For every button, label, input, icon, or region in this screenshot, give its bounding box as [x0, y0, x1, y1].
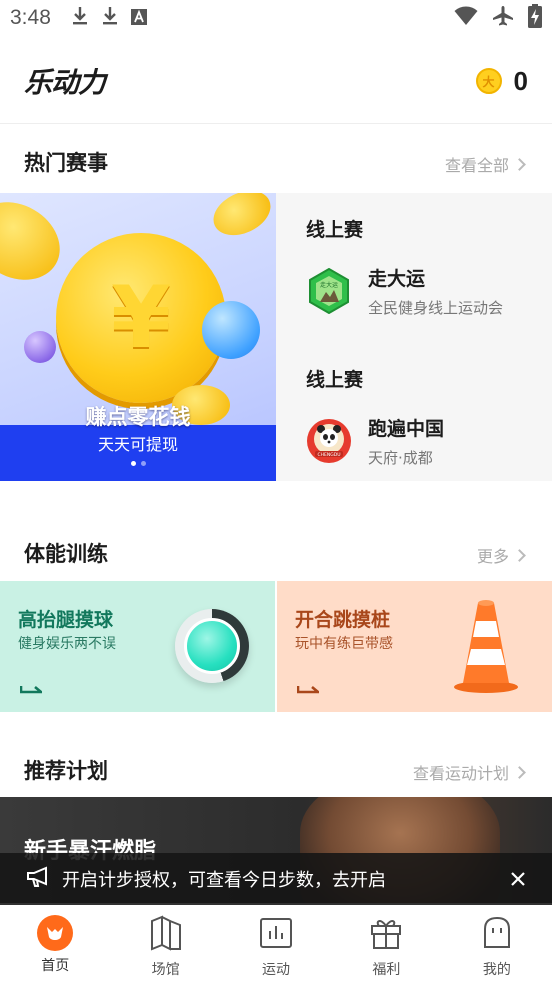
coin-count: 0	[513, 65, 528, 96]
section-title-plans: 推荐计划	[24, 759, 108, 783]
section-title-training: 体能训练	[24, 542, 108, 566]
view-all-label: 查看全部	[444, 156, 509, 175]
view-plans-label: 查看运动计划	[412, 764, 509, 783]
view-plans-link[interactable]: 查看运动计划	[412, 760, 526, 784]
event-desc: 全民健身线上运动会	[368, 299, 504, 317]
more-label: 更多	[476, 547, 509, 566]
arrow-right-icon	[19, 679, 45, 698]
event-item-run-china[interactable]: 线上赛 CHENGDU 跑遍中国 天府·成都	[306, 365, 546, 468]
coin-balance[interactable]: 大 0	[475, 65, 528, 97]
gift-icon	[369, 915, 403, 955]
nav-item-sports[interactable]: 运动	[221, 905, 331, 983]
app-logo: 乐动力	[24, 66, 106, 99]
banner-title: 赚点零花钱	[85, 405, 191, 429]
event-desc: 天府·成都	[368, 449, 433, 467]
battery-charging-icon	[528, 3, 542, 33]
nav-label: 福利	[372, 962, 401, 978]
training-title: 开合跳摸桩	[295, 609, 391, 631]
traffic-cone-icon	[451, 599, 521, 699]
ball-decoration	[202, 301, 260, 359]
training-subtitle: 玩中有练巨带感	[295, 636, 393, 652]
status-bar: 3:48	[0, 0, 552, 36]
panda-badge-text: CHENGDU	[318, 452, 341, 458]
wifi-icon	[454, 6, 478, 31]
nav-item-venues[interactable]: 场馆	[110, 905, 220, 983]
training-card-high-knees[interactable]: 高抬腿摸球 健身娱乐两不误	[0, 581, 275, 712]
banner-subtitle: 天天可提现	[97, 435, 178, 454]
map-icon	[149, 915, 183, 955]
nav-label: 场馆	[151, 962, 180, 978]
event-name: 走大运	[368, 268, 426, 290]
nav-label: 运动	[262, 962, 291, 978]
app-header: 乐动力 大 0	[0, 56, 552, 106]
section-title-hot-events: 热门赛事	[24, 151, 108, 175]
carousel-dot-active	[130, 461, 136, 466]
yuan-coin-icon: ¥	[56, 233, 226, 403]
coin-decoration	[0, 193, 74, 296]
walk-badge-icon: 走大运	[306, 268, 352, 314]
ball-ring-icon	[175, 609, 249, 683]
ball-decoration	[24, 331, 56, 363]
training-title: 高抬腿摸球	[18, 609, 114, 631]
training-subtitle: 健身娱乐两不误	[18, 636, 116, 652]
more-training-link[interactable]: 更多	[476, 543, 526, 567]
events-list: 线上赛 走大运 走大运 全民健身线上运动会 线上赛 CHENGDU 跑遍中国 天…	[276, 193, 552, 481]
status-time: 3:48	[10, 6, 51, 29]
chevron-right-icon	[513, 765, 526, 779]
bottom-nav: 首页 场馆 运动 福利 我的	[0, 905, 552, 983]
coin-icon: 大	[475, 68, 502, 94]
nav-item-profile[interactable]: 我的	[442, 905, 552, 983]
font-icon	[130, 6, 147, 30]
walk-badge-text: 走大运	[320, 281, 338, 289]
home-icon	[37, 915, 74, 951]
event-type: 线上赛	[306, 219, 364, 241]
toast-text: 开启计步授权，可查看今日步数，去开启	[62, 870, 386, 891]
nav-item-welfare[interactable]: 福利	[331, 905, 441, 983]
airplane-icon	[492, 5, 514, 32]
close-icon[interactable]	[510, 865, 526, 893]
download-icon	[101, 6, 119, 31]
download-icon	[71, 6, 89, 31]
step-permission-toast[interactable]: 开启计步授权，可查看今日步数，去开启	[0, 853, 552, 905]
event-type: 线上赛	[306, 369, 364, 391]
megaphone-icon	[26, 866, 52, 893]
view-all-events-link[interactable]: 查看全部	[444, 152, 526, 176]
nav-label: 首页	[41, 958, 70, 974]
panda-badge-icon: CHENGDU	[306, 418, 352, 464]
event-name: 跑遍中国	[368, 418, 445, 440]
training-card-jumping-jacks[interactable]: 开合跳摸桩 玩中有练巨带感	[277, 581, 552, 712]
carousel-indicator	[0, 461, 276, 466]
profile-icon	[480, 915, 514, 955]
event-item-walk[interactable]: 线上赛 走大运 走大运 全民健身线上运动会	[306, 215, 546, 318]
chevron-right-icon	[513, 548, 526, 562]
nav-label: 我的	[482, 962, 511, 978]
coin-decoration	[206, 193, 276, 244]
chart-icon	[259, 915, 293, 955]
chevron-right-icon	[513, 157, 526, 171]
divider	[0, 123, 552, 124]
promo-banner[interactable]: ¥ 赚点零花钱 天天可提现	[0, 193, 276, 481]
nav-item-home[interactable]: 首页	[0, 905, 110, 983]
carousel-dot	[140, 461, 146, 466]
arrow-right-icon	[296, 679, 322, 698]
